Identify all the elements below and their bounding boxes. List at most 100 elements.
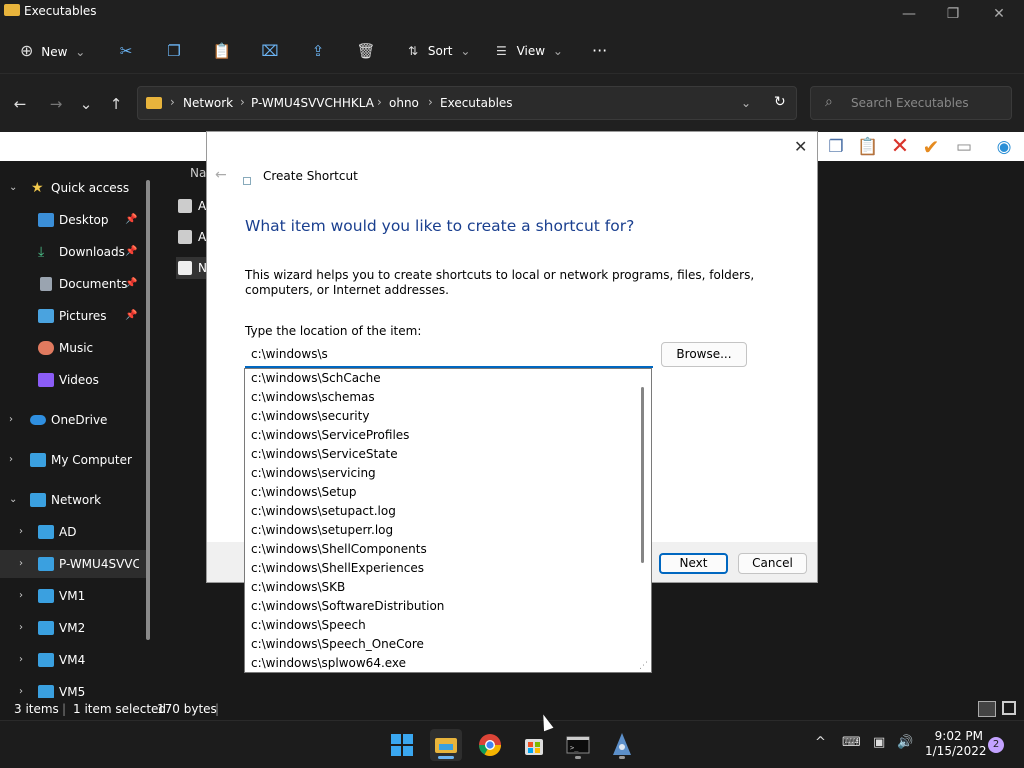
- sidebar-item-network[interactable]: ⌄ Network: [0, 486, 148, 514]
- share-icon[interactable]: ⇪: [308, 40, 328, 62]
- chevron-right-icon[interactable]: ›: [19, 550, 23, 578]
- details-view-icon[interactable]: [978, 701, 996, 717]
- search-box[interactable]: ⌕ Search Executables: [810, 86, 1012, 120]
- autocomplete-item[interactable]: c:\windows\schemas: [245, 388, 651, 407]
- clock[interactable]: 9:02 PM 1/15/2022: [925, 729, 987, 759]
- chevron-right-icon[interactable]: ›: [19, 582, 23, 610]
- taskbar-store[interactable]: [518, 729, 550, 761]
- start-button[interactable]: [386, 729, 418, 761]
- pin-icon[interactable]: 📌: [125, 206, 137, 234]
- sidebar-item-documents[interactable]: Documents 📌: [0, 270, 148, 298]
- maximize-button[interactable]: ❐: [930, 2, 976, 26]
- clipboard-icon[interactable]: 📋: [856, 136, 880, 158]
- autocomplete-item[interactable]: c:\windows\ShellExperiences: [245, 559, 651, 578]
- autocomplete-item[interactable]: c:\windows\splwow64.exe: [245, 654, 651, 672]
- chevron-right-icon[interactable]: ›: [9, 406, 13, 434]
- autocomplete-item[interactable]: c:\windows\SchCache: [245, 369, 651, 388]
- autocomplete-item[interactable]: c:\windows\Speech_OneCore: [245, 635, 651, 654]
- taskbar-file-explorer[interactable]: [430, 729, 462, 761]
- breadcrumb-host[interactable]: P-WMU4SVVCHHKLA: [251, 96, 374, 110]
- pin-icon[interactable]: 📌: [125, 238, 137, 266]
- sidebar-item-my-computer[interactable]: › My Computer: [0, 446, 148, 474]
- view-button[interactable]: ☰ View ⌄: [496, 38, 563, 64]
- sidebar-item-vm4[interactable]: › VM4: [0, 646, 148, 674]
- delete-icon[interactable]: 🗑: [356, 40, 376, 62]
- chevron-down-icon[interactable]: ⌄: [9, 174, 17, 202]
- recent-locations-button[interactable]: ⌄: [74, 94, 98, 114]
- sidebar-item-vm5[interactable]: › VM5: [0, 678, 148, 698]
- copy-icon[interactable]: ❐: [164, 40, 184, 62]
- autocomplete-scrollbar[interactable]: [641, 387, 644, 563]
- autocomplete-item[interactable]: c:\windows\setupact.log: [245, 502, 651, 521]
- address-dropdown-icon[interactable]: ⌄: [741, 96, 751, 110]
- new-button[interactable]: ⊕ New ⌄: [20, 38, 85, 64]
- resize-grip-icon[interactable]: ⋰: [639, 661, 648, 671]
- autocomplete-item[interactable]: c:\windows\ServiceState: [245, 445, 651, 464]
- tiles-view-icon[interactable]: [1002, 701, 1016, 715]
- sidebar-item-vm1[interactable]: › VM1: [0, 582, 148, 610]
- properties-icon[interactable]: ▭: [952, 136, 976, 158]
- sidebar-item-ad[interactable]: › AD: [0, 518, 148, 546]
- back-button[interactable]: ←: [8, 94, 32, 114]
- breadcrumb-network[interactable]: Network: [183, 96, 233, 110]
- sidebar-item-host[interactable]: › P-WMU4SVVCHHKLA: [0, 550, 148, 578]
- minimize-button[interactable]: —: [886, 2, 932, 26]
- up-button[interactable]: ↑: [104, 94, 128, 114]
- refresh-icon[interactable]: ↻: [774, 94, 786, 110]
- paste-icon[interactable]: 📋: [212, 40, 232, 62]
- sidebar-item-downloads[interactable]: ⤓ Downloads 📌: [0, 238, 148, 266]
- chevron-right-icon[interactable]: ›: [9, 446, 13, 474]
- delete-x-icon[interactable]: ✕: [888, 136, 912, 158]
- sidebar-item-pictures[interactable]: Pictures 📌: [0, 302, 148, 330]
- rename-icon[interactable]: ⌧: [260, 40, 280, 62]
- sidebar-item-vm2[interactable]: › VM2: [0, 614, 148, 642]
- network-tray-icon[interactable]: ▣: [873, 735, 885, 750]
- autocomplete-item[interactable]: c:\windows\SoftwareDistribution: [245, 597, 651, 616]
- cancel-button[interactable]: Cancel: [738, 553, 807, 574]
- pin-icon[interactable]: 📌: [125, 302, 137, 330]
- sort-button[interactable]: ⇅ Sort ⌄: [408, 38, 470, 64]
- autocomplete-item[interactable]: c:\windows\servicing: [245, 464, 651, 483]
- sidebar-item-music[interactable]: Music: [0, 334, 148, 362]
- chevron-right-icon[interactable]: ›: [19, 614, 23, 642]
- autocomplete-item[interactable]: c:\windows\ServiceProfiles: [245, 426, 651, 445]
- autocomplete-item[interactable]: c:\windows\setuperr.log: [245, 521, 651, 540]
- autocomplete-item[interactable]: c:\windows\Setup: [245, 483, 651, 502]
- back-arrow-icon[interactable]: ←: [215, 167, 227, 183]
- autocomplete-item[interactable]: c:\windows\SKB: [245, 578, 651, 597]
- chevron-right-icon[interactable]: ›: [19, 678, 23, 698]
- pin-icon[interactable]: 📌: [125, 270, 137, 298]
- location-input[interactable]: c:\windows\s: [245, 342, 653, 368]
- tray-chevron-icon[interactable]: ^: [815, 735, 826, 750]
- chevron-right-icon[interactable]: ›: [19, 518, 23, 546]
- next-button[interactable]: Next: [659, 553, 728, 574]
- volume-icon[interactable]: 🔊: [897, 735, 913, 750]
- notification-badge[interactable]: 2: [988, 737, 1004, 753]
- taskbar-app[interactable]: [606, 729, 638, 761]
- breadcrumb-ohno[interactable]: ohno: [389, 96, 419, 110]
- taskbar-chrome[interactable]: [474, 729, 506, 761]
- sidebar-item-videos[interactable]: Videos: [0, 366, 148, 394]
- close-icon[interactable]: ✕: [794, 137, 807, 156]
- column-header-name[interactable]: Na: [190, 166, 206, 180]
- chevron-down-icon[interactable]: ⌄: [9, 486, 17, 514]
- checkmark-icon[interactable]: ✔: [919, 136, 943, 158]
- globe-icon[interactable]: ◉: [992, 136, 1016, 158]
- sidebar-item-desktop[interactable]: Desktop 📌: [0, 206, 148, 234]
- close-window-button[interactable]: ✕: [976, 2, 1022, 26]
- taskbar-terminal[interactable]: >_: [562, 729, 594, 761]
- autocomplete-item[interactable]: c:\windows\security: [245, 407, 651, 426]
- cut-icon[interactable]: ✂: [116, 40, 136, 62]
- sidebar-item-quick-access[interactable]: ⌄ ★ Quick access: [0, 174, 148, 202]
- autocomplete-item[interactable]: c:\windows\Speech: [245, 616, 651, 635]
- copy-icon[interactable]: ❐: [824, 136, 848, 158]
- more-options-button[interactable]: ···: [592, 38, 607, 64]
- breadcrumb-executables[interactable]: Executables: [440, 96, 513, 110]
- chevron-right-icon[interactable]: ›: [19, 646, 23, 674]
- sidebar-scrollbar[interactable]: [146, 180, 150, 640]
- browse-button[interactable]: Browse...: [661, 342, 747, 367]
- address-bar[interactable]: › Network › P-WMU4SVVCHHKLA › ohno › Exe…: [137, 86, 797, 120]
- forward-button[interactable]: →: [44, 94, 68, 114]
- sidebar-item-onedrive[interactable]: › OneDrive: [0, 406, 148, 434]
- autocomplete-item[interactable]: c:\windows\ShellComponents: [245, 540, 651, 559]
